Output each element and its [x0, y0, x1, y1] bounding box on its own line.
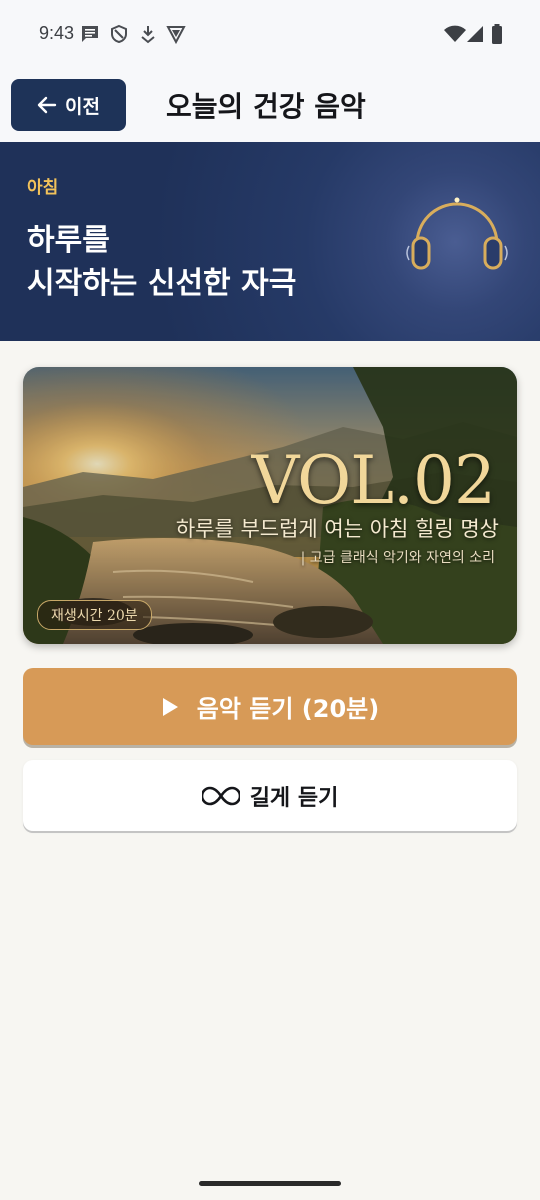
- wifi-icon: [444, 25, 466, 42]
- status-time: 9:43: [39, 23, 75, 43]
- long-listen-label: 길게 듣기: [249, 785, 339, 811]
- duration-badge: 재생시간 20분: [37, 600, 152, 630]
- album-description: | 고급 클래식 악기와 자연의 소리: [300, 550, 495, 566]
- back-button-label: 이전: [65, 95, 100, 118]
- album-cover-card[interactable]: VOL.02 하루를 부드럽게 여는 아침 힐링 명상 | 고급 클래식 악기와…: [23, 367, 517, 644]
- app-header: 이전 오늘의 건강 음악: [0, 68, 540, 142]
- time-of-day-tag: 아침: [27, 178, 59, 198]
- hero-title-line-2: 시작하는 신선한 자극: [27, 266, 297, 301]
- play-music-button[interactable]: 음악 듣기 (20분): [23, 668, 517, 745]
- vpn-icon: [166, 26, 186, 44]
- home-indicator[interactable]: [199, 1181, 341, 1186]
- headphones-icon: [406, 197, 508, 270]
- page-title: 오늘의 건강 음악: [166, 90, 366, 123]
- arrow-left-icon: [37, 96, 57, 114]
- play-icon: [162, 697, 178, 716]
- infinity-icon: [201, 786, 240, 805]
- album-volume-title: VOL.02: [251, 442, 496, 519]
- shield-icon: [111, 24, 127, 44]
- hero-title-line-1: 하루를: [27, 223, 110, 258]
- signal-icon: [467, 26, 483, 42]
- album-subtitle: 하루를 부드럽게 여는 아침 힐링 명상: [175, 517, 499, 541]
- hero-banner: 아침 하루를 시작하는 신선한 자극: [0, 142, 540, 341]
- status-bar: 9:43: [0, 0, 540, 68]
- battery-icon: [492, 24, 502, 44]
- back-button[interactable]: 이전: [11, 79, 126, 131]
- message-icon: [82, 26, 98, 42]
- download-icon: [141, 26, 155, 44]
- play-button-label: 음악 듣기 (20분): [196, 695, 380, 723]
- long-listen-button[interactable]: 길게 듣기: [23, 760, 517, 831]
